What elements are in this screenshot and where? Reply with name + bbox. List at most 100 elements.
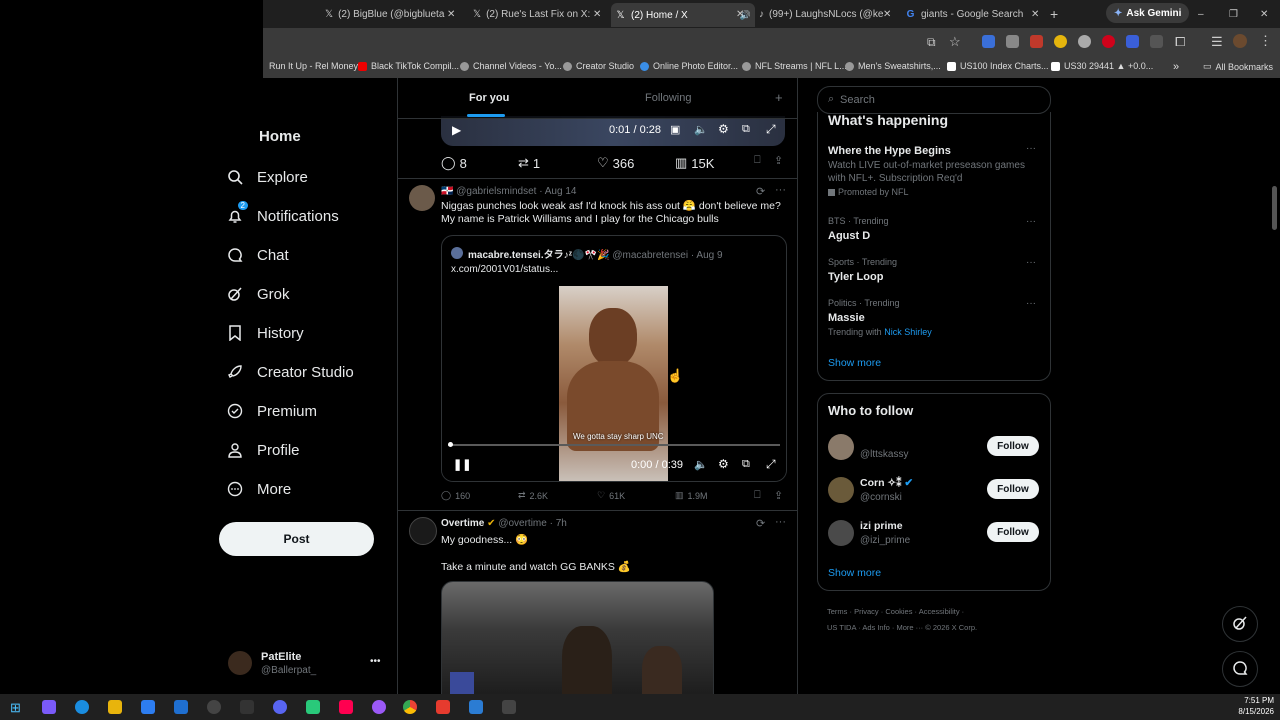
like-button[interactable]: ♡ 366	[597, 155, 634, 171]
tweet[interactable]: 🇩🇴 @gabrielsmindset · Aug 14 ⟳ ··· Nigga…	[398, 179, 797, 511]
nav-more[interactable]: More	[225, 479, 291, 499]
views-button[interactable]: ▥ 1.9M	[675, 490, 708, 501]
steam-icon[interactable]	[207, 700, 221, 714]
bookmarks-overflow-icon[interactable]: »	[1173, 61, 1179, 73]
page-scrollbar-thumb[interactable]	[1272, 186, 1277, 230]
settings-gear-icon[interactable]: ⚙	[718, 122, 729, 136]
restore-button[interactable]: ❐	[1229, 4, 1241, 24]
show-more-link[interactable]: Show more	[828, 567, 881, 579]
views-button[interactable]: ▥ 15K	[675, 155, 714, 171]
tweet-name[interactable]: Overtime	[441, 518, 484, 529]
close-tab-icon[interactable]: ✕	[736, 4, 748, 24]
mail-icon[interactable]	[174, 700, 188, 714]
video-player[interactable]: We gotta stay sharp UNC ❚❚ 0:00 / 0:39 🔈…	[442, 286, 786, 481]
share-icon[interactable]: ⇪	[774, 489, 783, 502]
close-tab-icon[interactable]: ✕	[593, 4, 605, 24]
tweet-handle[interactable]: @gabrielsmindset	[456, 186, 536, 197]
windows-start-icon[interactable]: ⊞	[10, 700, 21, 716]
footer-link[interactable]: Privacy	[854, 607, 879, 616]
taskbar-date[interactable]: 8/15/2026	[1236, 707, 1274, 716]
messages-float-button[interactable]	[1222, 651, 1258, 687]
share-icon[interactable]: ⇪	[774, 154, 783, 167]
grok-tweet-icon[interactable]: ⟳	[756, 185, 765, 198]
taskbar-time[interactable]: 7:51 PM	[1236, 696, 1274, 705]
like-button[interactable]: ♡ 61K	[597, 490, 625, 501]
nav-home[interactable]: Home	[259, 128, 301, 145]
pip-icon[interactable]: ⧉	[742, 458, 750, 471]
bookmark-item[interactable]: Run It Up - Rel Money	[269, 61, 358, 71]
browser-tab[interactable]: Ggiants - Google Search	[905, 4, 1031, 24]
extension-icon[interactable]	[1078, 35, 1091, 48]
nav-premium[interactable]: Premium	[225, 401, 317, 421]
browser-tab[interactable]: ♪(99+) LaughsNLocs (@kelfra	[759, 4, 883, 24]
fullscreen-icon[interactable]: ⤢	[766, 457, 776, 472]
browser-menu-icon[interactable]: ⋮	[1259, 33, 1272, 49]
close-tab-icon[interactable]: ✕	[1031, 4, 1043, 24]
file-explorer-icon[interactable]	[108, 700, 122, 714]
extension-icon[interactable]	[1102, 35, 1115, 48]
footer-link[interactable]: Cookies	[885, 607, 912, 616]
browser-tab-active[interactable]: 𝕏 (2) Home / X 🔊	[611, 3, 755, 27]
reply-button[interactable]: ◯ 8	[441, 155, 467, 171]
volume-icon[interactable]: 🔈	[694, 458, 708, 471]
play-icon[interactable]: ▶	[452, 123, 461, 137]
trend-related-link[interactable]: Nick Shirley	[884, 327, 932, 337]
bookmark-item[interactable]: Black TikTok Compil...	[358, 61, 459, 71]
tiktok-icon[interactable]	[339, 700, 353, 714]
avatar[interactable]	[409, 517, 437, 545]
store-icon[interactable]	[141, 700, 155, 714]
video-progress-handle[interactable]	[448, 442, 453, 447]
avatar[interactable]	[409, 185, 435, 211]
nav-explore[interactable]: Explore	[225, 167, 308, 187]
bookmark-item[interactable]: Channel Videos - Yo...	[460, 61, 562, 71]
copilot-icon[interactable]	[42, 700, 56, 714]
tweet-more-icon[interactable]: ···	[775, 516, 786, 528]
app-icon[interactable]	[436, 700, 450, 714]
nav-creator-studio[interactable]: Creator Studio	[225, 362, 354, 382]
repost-button[interactable]: ⇄ 1	[518, 155, 540, 171]
close-window-button[interactable]: ✕	[1260, 4, 1272, 24]
tweet-date[interactable]: · Aug 14	[539, 186, 576, 197]
follow-button[interactable]: Follow	[987, 479, 1039, 499]
follow-button[interactable]: Follow	[987, 436, 1039, 456]
bookmark-item[interactable]: Men's Sweatshirts,...	[845, 61, 941, 71]
tab-search-icon[interactable]: ☰	[1211, 34, 1223, 50]
fullscreen-icon[interactable]: ⤢	[766, 122, 776, 137]
new-tab-button[interactable]: +	[1050, 4, 1064, 24]
tweet[interactable]: ▶ 0:01 / 0:28 ▣ 🔈 ⚙ ⧉ ⤢ ◯ 8 ⇄ 1 ♡ 366 ▥ 15K …	[398, 116, 797, 179]
all-bookmarks-button[interactable]: ▭ All Bookmarks	[1203, 61, 1273, 72]
ask-gemini-button[interactable]: ✦ Ask Gemini	[1106, 3, 1190, 23]
tab-for-you[interactable]: For you	[469, 92, 509, 104]
close-tab-icon[interactable]: ✕	[883, 4, 895, 24]
footer-link[interactable]: Terms	[827, 607, 847, 616]
extension-icon[interactable]	[1126, 35, 1139, 48]
grok-tweet-icon[interactable]: ⟳	[756, 517, 765, 530]
extension-icon[interactable]	[1006, 35, 1019, 48]
edge-icon[interactable]	[75, 700, 89, 714]
reply-button[interactable]: ◯ 160	[441, 490, 470, 501]
trend-item[interactable]: BTS · Trending Agust D ···	[818, 216, 1050, 252]
show-more-link[interactable]: Show more	[828, 357, 881, 369]
tweet-video[interactable]	[441, 581, 714, 694]
extension-icon[interactable]	[1054, 35, 1067, 48]
app-icon[interactable]	[372, 700, 386, 714]
settings-gear-icon[interactable]: ⚙	[718, 457, 729, 471]
bookmark-star-icon[interactable]: ☆	[949, 34, 961, 50]
trend-more-icon[interactable]: ···	[1026, 216, 1036, 227]
footer-link[interactable]: US TIDA	[827, 623, 856, 632]
extension-icon[interactable]	[1150, 35, 1163, 48]
trend-item[interactable]: Sports · Trending Tyler Loop ···	[818, 257, 1050, 293]
minimize-button[interactable]: –	[1198, 4, 1210, 24]
account-switcher[interactable]: PatElite @Ballerpat_ •••	[228, 651, 398, 677]
volume-icon[interactable]: 🔈	[694, 123, 708, 136]
footer-link[interactable]: Accessibility	[919, 607, 960, 616]
quote-tweet[interactable]: macabre.tensei.タラ♪ᶻ🌑🎌🎉 @macabretensei · …	[441, 235, 787, 482]
extension-icon[interactable]	[1030, 35, 1043, 48]
follow-button[interactable]: Follow	[987, 522, 1039, 542]
app-icon[interactable]	[306, 700, 320, 714]
tweet[interactable]: Overtime ✔ @overtime · 7h ⟳ ··· My goodn…	[398, 511, 797, 694]
trend-more-icon[interactable]: ···	[1026, 257, 1036, 268]
app-icon[interactable]	[469, 700, 483, 714]
video-player[interactable]: ▶ 0:01 / 0:28 ▣ 🔈 ⚙ ⧉ ⤢	[441, 116, 785, 146]
trend-more-icon[interactable]: ···	[1026, 298, 1036, 309]
